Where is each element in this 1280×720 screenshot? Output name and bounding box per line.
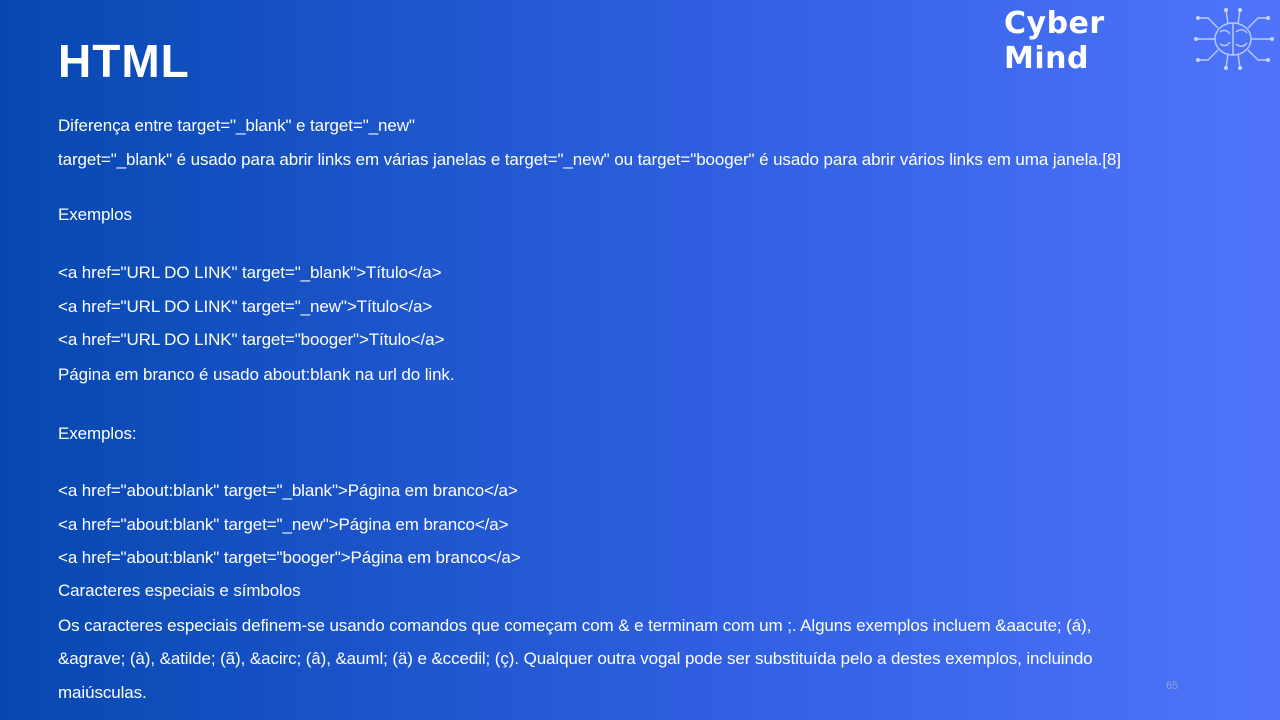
cyber-mind-logo: Cyber Mind xyxy=(1000,6,1276,76)
slide-title: HTML xyxy=(58,35,190,87)
code-example-new: <a href="URL DO LINK" target="_new">Títu… xyxy=(58,297,433,316)
code-example-about-new: <a href="about:blank" target="_new">Pági… xyxy=(58,515,509,534)
special-characters-text-2: &agrave; (à), &atilde; (ã), &acirc; (â),… xyxy=(58,649,1093,668)
code-example-about-booger: <a href="about:blank" target="booger">Pá… xyxy=(58,548,521,567)
brain-circuit-icon xyxy=(1190,6,1276,77)
special-characters-text-3: maiúsculas. xyxy=(58,683,147,702)
special-characters-heading: Caracteres especiais e símbolos xyxy=(58,581,301,600)
examples-heading-2: Exemplos: xyxy=(58,424,137,443)
code-example-booger: <a href="URL DO LINK" target="booger">Tí… xyxy=(58,330,445,349)
examples-heading: Exemplos xyxy=(58,205,132,224)
logo-text: Cyber Mind xyxy=(1004,6,1105,76)
special-characters-text-1: Os caracteres especiais definem-se usand… xyxy=(58,616,1092,635)
blank-page-text: Página em branco é usado about:blank na … xyxy=(58,365,455,384)
heading-target-difference: Diferença entre target="_blank" e target… xyxy=(58,116,415,135)
target-explanation-text: target="_blank" é usado para abrir links… xyxy=(58,150,1121,169)
slide-number: 65 xyxy=(1166,680,1179,692)
code-example-blank: <a href="URL DO LINK" target="_blank">Tí… xyxy=(58,263,442,282)
code-example-about-blank: <a href="about:blank" target="_blank">Pá… xyxy=(58,481,518,500)
